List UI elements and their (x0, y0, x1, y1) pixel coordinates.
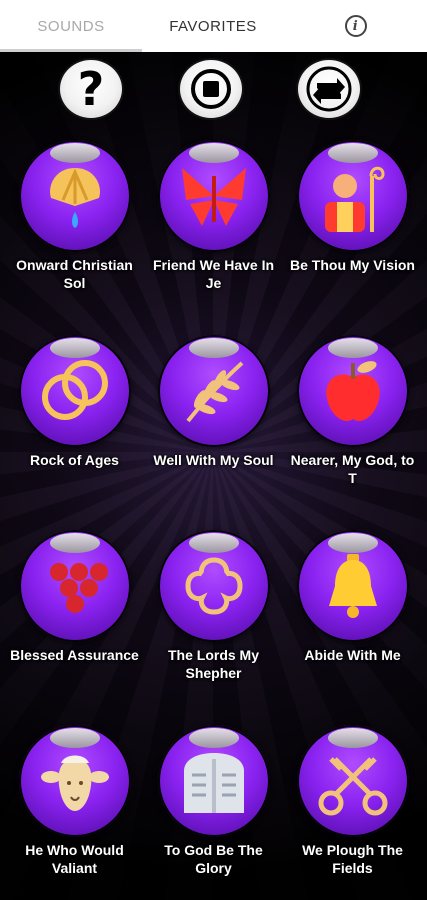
sound-label: Onward Christian Sol (16, 257, 133, 291)
sound-orb[interactable] (297, 335, 409, 447)
sound-item[interactable]: Be Thou My Vision (285, 140, 420, 330)
sound-label: He Who Would Valiant (25, 842, 124, 876)
sound-item[interactable]: Blessed Assurance (7, 530, 142, 720)
tab-favorites[interactable]: FAVORITES (142, 0, 284, 52)
tab-info[interactable]: i (284, 0, 427, 52)
sound-orb[interactable] (19, 530, 131, 642)
sound-orb[interactable] (297, 530, 409, 642)
sound-label: The Lords My Shepher (167, 647, 259, 681)
sound-orb[interactable] (158, 140, 270, 252)
sound-orb[interactable] (158, 530, 270, 642)
control-bar: ? (0, 52, 427, 124)
stop-button[interactable] (178, 58, 244, 120)
bishop-icon (325, 166, 385, 232)
bell-icon (329, 554, 377, 618)
sound-item[interactable]: To God Be The Glory (146, 725, 281, 900)
help-icon: ? (77, 62, 105, 116)
palm-branch-icon (186, 361, 244, 423)
sound-orb[interactable] (158, 335, 270, 447)
tab-bar: SOUNDS FAVORITES i (0, 0, 427, 52)
sound-label: Abide With Me (304, 647, 401, 663)
shell-water-icon (50, 168, 100, 228)
sound-orb[interactable] (19, 725, 131, 837)
sound-orb[interactable] (19, 140, 131, 252)
sound-orb[interactable] (158, 725, 270, 837)
sound-item[interactable]: He Who Would Valiant (7, 725, 142, 900)
sound-orb[interactable] (297, 725, 409, 837)
tab-sounds[interactable]: SOUNDS (0, 0, 142, 52)
help-button[interactable]: ? (58, 58, 124, 120)
sound-label: Well With My Soul (153, 452, 274, 468)
grapes-icon (50, 563, 108, 613)
sound-orb[interactable] (19, 335, 131, 447)
sound-item[interactable]: Abide With Me (285, 530, 420, 720)
sound-label: Friend We Have In Je (152, 257, 275, 291)
stop-icon (191, 69, 231, 109)
sound-label: Nearer, My God, to T (290, 452, 415, 486)
quatrefoil-icon (185, 557, 243, 615)
sound-item[interactable]: Onward Christian Sol (7, 140, 142, 330)
sound-item[interactable]: The Lords My Shepher (146, 530, 281, 720)
apple-icon (326, 361, 380, 421)
sound-item[interactable]: Well With My Soul (146, 335, 281, 525)
sound-item[interactable]: Rock of Ages (7, 335, 142, 525)
sound-orb[interactable] (297, 140, 409, 252)
keys-icon (318, 757, 388, 816)
butterfly-icon (182, 168, 246, 226)
sound-label: Be Thou My Vision (290, 257, 415, 273)
sound-label: We Plough The Fields (302, 842, 403, 876)
sound-label: Rock of Ages (30, 452, 119, 468)
sound-label: Blessed Assurance (10, 647, 139, 663)
sound-item[interactable]: Nearer, My God, to T (285, 335, 420, 525)
sound-label: To God Be The Glory (164, 842, 263, 876)
info-icon: i (344, 15, 367, 37)
repeat-icon (306, 66, 352, 112)
repeat-button[interactable] (296, 58, 362, 120)
sound-item[interactable]: Friend We Have In Je (146, 140, 281, 330)
rings-icon (42, 360, 108, 420)
tablets-icon (184, 753, 244, 813)
sound-item[interactable]: We Plough The Fields (285, 725, 420, 900)
lamb-icon (41, 755, 109, 811)
